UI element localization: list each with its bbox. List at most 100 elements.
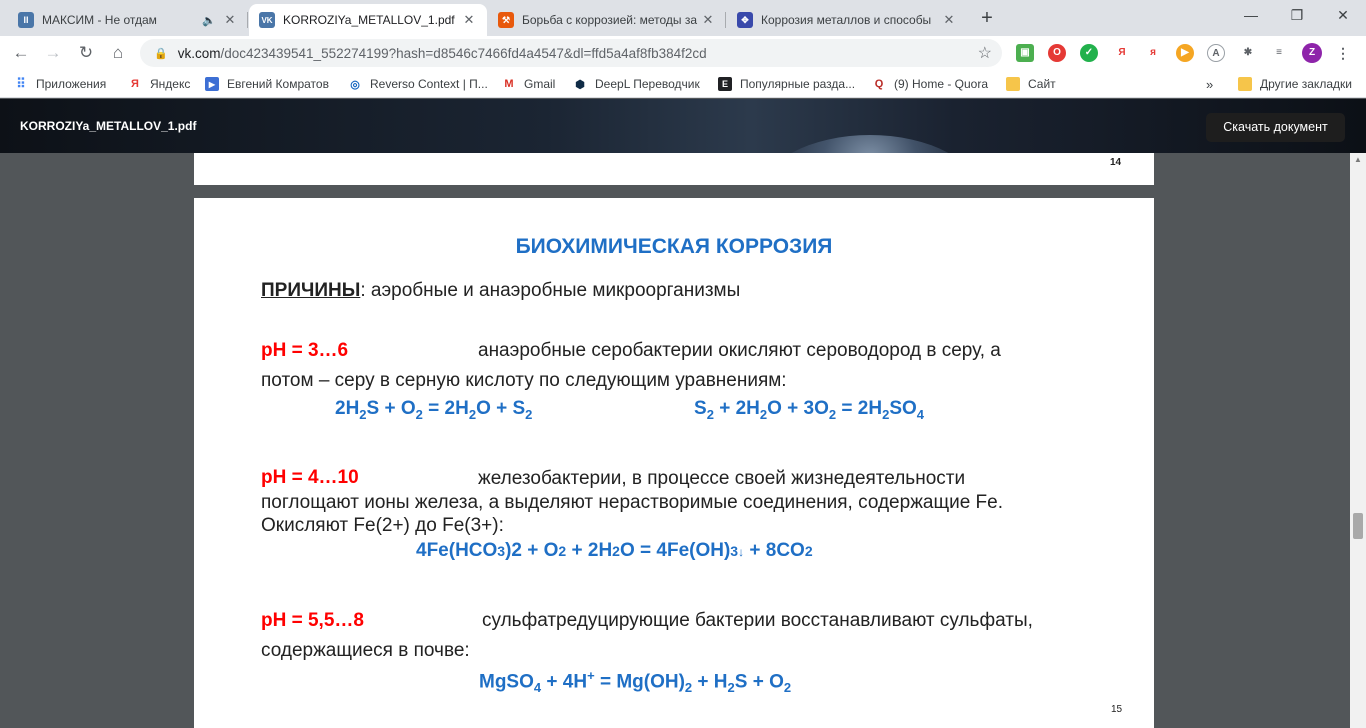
play-icon: ▶ xyxy=(205,77,219,91)
bookmark-label: Gmail xyxy=(524,77,556,91)
vpn-off-extension-icon[interactable]: A xyxy=(1207,44,1225,62)
yandex-browser-extension-icon[interactable]: я xyxy=(1144,44,1162,62)
equation-sulfuric-acid: S2 + 2H2O + 3O2 = 2H2SO4 xyxy=(694,398,924,422)
bookmark-label: Яндекс xyxy=(150,77,191,91)
tab-korroziya-metallov[interactable]: ✥ Коррозия металлов и способы ✕ xyxy=(727,4,967,36)
bookmark-gmail[interactable]: M Gmail xyxy=(502,75,555,93)
play-extension-icon[interactable]: ▶ xyxy=(1176,44,1194,62)
ph2-description-line3: Окисляют Fe(2+) до Fe(3+): xyxy=(261,515,504,536)
ph3-description-line2: содержащиеся в почве: xyxy=(261,640,470,661)
minimize-button[interactable]: — xyxy=(1228,0,1274,30)
lock-icon[interactable]: 🔒 xyxy=(154,47,168,60)
document-title: KORROZIYa_METALLOV_1.pdf xyxy=(20,119,197,133)
download-document-button[interactable]: Скачать документ xyxy=(1206,113,1345,142)
document-viewer-header: KORROZIYa_METALLOV_1.pdf xyxy=(0,99,1366,153)
opera-extension-icon[interactable]: O xyxy=(1048,44,1066,62)
vk-icon: VK xyxy=(259,12,275,28)
address-bar[interactable]: 🔒 vk.com/doc423439541_552274199?hash=d85… xyxy=(140,39,1002,67)
bookmark-sait[interactable]: Сайт xyxy=(1006,75,1056,93)
ph-range-1: pH = 3…6 xyxy=(261,340,349,361)
equation-sulfate-reduction: MgSO4 + 4H+ = Mg(OH)2 + H2S + O2 xyxy=(479,668,792,696)
media-queue-icon[interactable]: ≡ xyxy=(1270,44,1288,62)
yandex-icon: Я xyxy=(131,78,139,90)
e-icon: E xyxy=(718,77,732,91)
browser-toolbar: ← → ↻ ⌂ 🔒 vk.com/doc423439541_552274199?… xyxy=(0,36,1366,70)
bookmark-apps[interactable]: ⠿ Приложения xyxy=(14,75,106,93)
page-number: 15 xyxy=(1111,704,1123,715)
bookmark-star-icon[interactable]: ☆ xyxy=(978,43,992,63)
bookmark-label: DeepL Переводчик xyxy=(595,77,700,91)
page-number: 14 xyxy=(1110,157,1122,168)
pause-icon: II xyxy=(18,12,34,28)
equation-h2s-oxidation: 2H2S + O2 = 2H2O + S2 xyxy=(335,398,533,422)
ph-range-2: pH = 4…10 xyxy=(261,467,359,488)
image-extension-icon[interactable]: ▣ xyxy=(1016,44,1034,62)
more-bookmarks-chevron-icon[interactable]: » xyxy=(1206,75,1213,93)
pdf-page-15: БИОХИМИЧЕСКАЯ КОРРОЗИЯ ПРИЧИНЫ: аэробные… xyxy=(194,198,1154,728)
home-button[interactable]: ⌂ xyxy=(105,40,131,66)
bookmark-other[interactable]: Другие закладки xyxy=(1238,75,1352,93)
bookmark-label: Приложения xyxy=(36,77,107,91)
speaker-icon[interactable]: 🔈 xyxy=(202,14,216,27)
tab-korroziya-pdf[interactable]: VK KORROZIYa_METALLOV_1.pdf ✕ xyxy=(249,4,487,36)
ph2-description-line1: железобактерии, в процессе своей жизнеде… xyxy=(478,468,966,489)
checkmark-extension-icon[interactable]: ✓ xyxy=(1080,44,1098,62)
hammer-icon: ⚒ xyxy=(498,12,514,28)
pdf-page-14: 14 xyxy=(194,153,1154,185)
bookmark-reverso[interactable]: ◎ Reverso Context | П... xyxy=(348,75,488,93)
profile-avatar[interactable]: Z xyxy=(1302,43,1322,63)
bookmark-quora[interactable]: Q (9) Home - Quora xyxy=(872,75,988,93)
bookmark-yandex[interactable]: Я Яндекс xyxy=(128,75,190,93)
gmail-icon: M xyxy=(504,78,514,90)
close-icon[interactable]: ✕ xyxy=(222,12,238,28)
ph1-description-line2: потом – серу в серную кислоту по следующ… xyxy=(261,370,787,391)
reasons-line: ПРИЧИНЫ: аэробные и анаэробные микроорга… xyxy=(261,280,740,302)
bookmarks-bar: ⠿ Приложения Я Яндекс ▶ Евгений Комратов… xyxy=(0,70,1366,98)
scroll-up-arrow-icon[interactable]: ▲ xyxy=(1354,155,1362,164)
bookmark-popular-sections[interactable]: E Популярные разда... xyxy=(718,75,855,93)
bookmark-label: Популярные разда... xyxy=(740,77,856,91)
reverso-icon: ◎ xyxy=(350,78,360,91)
close-icon[interactable]: ✕ xyxy=(700,12,716,28)
bookmark-label: Reverso Context | П... xyxy=(370,77,488,91)
document-scroll-area[interactable]: 14 БИОХИМИЧЕСКАЯ КОРРОЗИЯ ПРИЧИНЫ: аэроб… xyxy=(0,153,1366,728)
deepl-icon: ⬢ xyxy=(575,78,585,91)
tab-title: Борьба с коррозией: методы за xyxy=(522,13,698,27)
reload-button[interactable]: ↻ xyxy=(73,40,99,66)
quora-icon: Q xyxy=(874,78,884,90)
extensions-puzzle-icon[interactable]: ✱ xyxy=(1239,44,1257,62)
compass-icon: ✥ xyxy=(737,12,753,28)
close-window-button[interactable]: ✕ xyxy=(1320,0,1366,30)
apps-grid-icon: ⠿ xyxy=(16,76,26,91)
bookmark-label: Другие закладки xyxy=(1260,77,1352,91)
tab-title: МАКСИМ - Не отдам xyxy=(42,13,157,27)
new-tab-button[interactable]: + xyxy=(974,6,1000,32)
tab-maksim[interactable]: II МАКСИМ - Не отдам 🔈 ✕ xyxy=(8,4,248,36)
kebab-menu-icon[interactable]: ⋮ xyxy=(1334,44,1352,62)
page-title: БИОХИМИЧЕСКАЯ КОРРОЗИЯ xyxy=(515,235,833,258)
forward-button[interactable]: → xyxy=(40,40,66,66)
folder-icon xyxy=(1238,77,1252,91)
bookmark-label: Евгений Комратов xyxy=(227,77,329,91)
yandex-extension-icon[interactable]: Я xyxy=(1113,44,1131,62)
equation-iron-oxidation: 4Fe(HCO3)2 + O2 + 2H2O = 4Fe(OH)3↓ + 8CO… xyxy=(416,540,813,561)
bookmark-label: Сайт xyxy=(1028,77,1056,91)
ph1-description-line1: анаэробные серобактерии окисляют серовод… xyxy=(478,340,1001,361)
ph2-description-line2: поглощают ионы железа, а выделяют нераст… xyxy=(261,492,1004,513)
bookmark-komratov[interactable]: ▶ Евгений Комратов xyxy=(205,75,329,93)
scrollbar-thumb[interactable] xyxy=(1353,513,1363,539)
tab-borba-s-korroziey[interactable]: ⚒ Борьба с коррозией: методы за ✕ xyxy=(488,4,726,36)
reasons-label: ПРИЧИНЫ xyxy=(261,280,361,301)
reasons-text: : аэробные и анаэробные микроорганизмы xyxy=(360,280,741,301)
close-icon[interactable]: ✕ xyxy=(941,12,957,28)
tab-strip: II МАКСИМ - Не отдам 🔈 ✕ VK KORROZIYa_ME… xyxy=(0,0,1366,36)
ph-range-3: pH = 5,5…8 xyxy=(261,610,364,631)
maximize-button[interactable]: ❐ xyxy=(1274,0,1320,30)
vertical-scrollbar[interactable]: ▲ xyxy=(1350,153,1366,728)
header-background-image xyxy=(760,135,980,153)
back-button[interactable]: ← xyxy=(8,40,34,66)
tab-title: Коррозия металлов и способы xyxy=(761,13,932,27)
bookmark-deepl[interactable]: ⬢ DeepL Переводчик xyxy=(573,75,700,93)
close-icon[interactable]: ✕ xyxy=(461,12,477,28)
ph3-description-line1: сульфатредуцирующие бактерии восстанавли… xyxy=(482,610,1033,631)
